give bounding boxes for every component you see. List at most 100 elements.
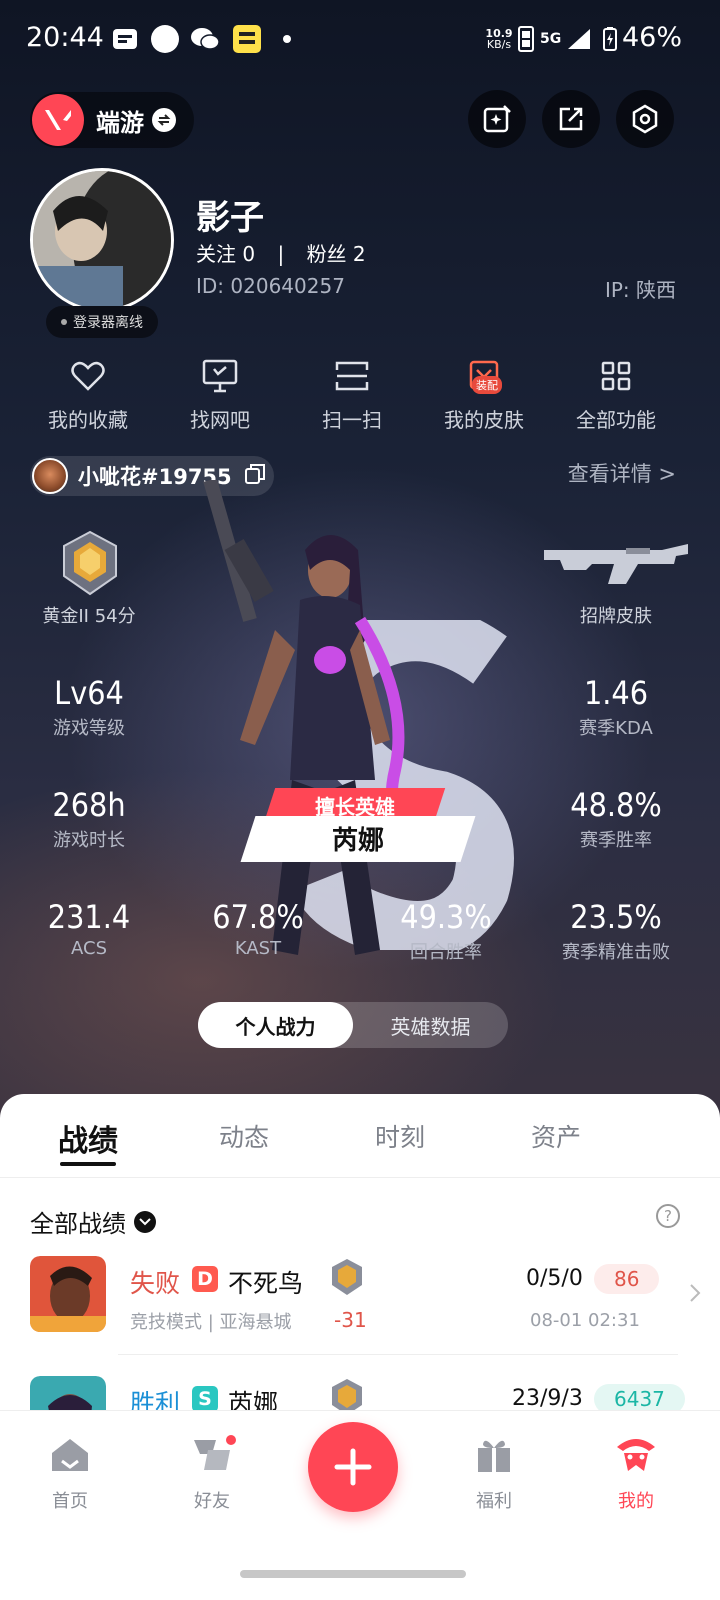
stat-caption: ACS	[71, 938, 107, 959]
help-icon[interactable]: ?	[656, 1204, 680, 1228]
wechat-icon	[190, 24, 220, 54]
my-favorites-button[interactable]: 我的收藏	[28, 356, 148, 433]
all-features-button[interactable]: 全部功能	[556, 356, 676, 433]
stat-caption: 赛季精准击败	[562, 942, 670, 963]
stat-value: 48.8%	[570, 786, 662, 824]
scan-icon	[335, 361, 369, 391]
stat-value: Lv64	[54, 674, 124, 712]
scan-button[interactable]: 扫一扫	[292, 356, 412, 433]
quick-actions: 我的收藏 找网吧 扫一扫 装配 我的皮肤 全部功能	[0, 356, 720, 436]
stat-value: 231.4	[47, 898, 131, 936]
stat-kast: 67.8% KAST	[178, 898, 338, 959]
records-filter-dropdown[interactable]: 全部战绩	[30, 1204, 156, 1239]
stat-caption: 回合胜率	[410, 942, 482, 963]
stat-caption: 游戏时长	[53, 830, 125, 851]
stat-value: 23.5%	[570, 898, 662, 936]
user-id: ID: 020640257	[196, 274, 345, 298]
xianyu-icon	[232, 24, 262, 54]
edit-sparkle-icon	[483, 105, 511, 133]
fans-count[interactable]: 2	[353, 242, 366, 266]
match-row[interactable]: 失败 D 不死鸟 竞技模式 | 亚海悬城 -31 0/5/0 86 08-01 …	[0, 1256, 720, 1376]
stat-caption: 游戏等级	[53, 718, 125, 739]
quick-action-label: 全部功能	[576, 408, 656, 432]
stat-caption: KAST	[234, 938, 282, 959]
nav-label: 我的	[618, 1491, 654, 1512]
gesture-home-bar[interactable]	[240, 1570, 466, 1578]
tab-records[interactable]: 战绩	[28, 1116, 148, 1160]
stat-playtime: 268h 游戏时长	[9, 786, 169, 852]
nav-label: 好友	[194, 1491, 230, 1512]
share-button[interactable]	[542, 90, 600, 148]
tab-activity[interactable]: 动态	[184, 1118, 304, 1154]
stat-value: 67.8%	[212, 898, 304, 936]
my-skins-button[interactable]: 装配 我的皮肤	[424, 356, 544, 433]
rank-gold-icon	[332, 1259, 362, 1295]
nav-label: 首页	[52, 1491, 88, 1512]
quick-action-label: 找网吧	[190, 408, 250, 432]
create-post-button[interactable]	[468, 90, 526, 148]
stat-level: Lv64 游戏等级	[9, 674, 169, 740]
stat-season-kda: 1.46 赛季KDA	[536, 674, 696, 740]
signature-skin-caption: 招牌皮肤	[580, 606, 652, 627]
settings-button[interactable]	[616, 90, 674, 148]
monitor-icon	[202, 359, 238, 393]
match-kda: 0/5/0	[526, 1266, 583, 1291]
tab-moments[interactable]: 时刻	[340, 1118, 460, 1154]
row-divider	[118, 1354, 678, 1355]
chevron-down-icon	[134, 1210, 156, 1233]
game-switch-button[interactable]: 端游	[30, 92, 194, 148]
equip-badge: 装配	[472, 376, 502, 394]
stat-round-winrate: 49.3% 回合胜率	[366, 898, 526, 964]
segment-personal-power[interactable]: 个人战力	[198, 1002, 353, 1048]
follow-count[interactable]: 0	[242, 242, 255, 266]
view-details-link[interactable]: 查看详情 >	[568, 458, 676, 488]
notification-icon	[112, 24, 138, 54]
battery-level: 46%	[621, 22, 682, 53]
stat-season-headshot: 23.5% 赛季精准击败	[536, 898, 696, 964]
profile-icon	[617, 1439, 655, 1471]
status-bar: 20:44 10.9 KB/s 5G 46%	[0, 0, 720, 80]
home-icon	[52, 1439, 88, 1471]
favorite-agent-name: 芮娜	[331, 826, 384, 856]
find-internet-cafe-button[interactable]: 找网吧	[160, 356, 280, 433]
active-tab-indicator	[60, 1162, 116, 1166]
rank-gold-icon	[63, 530, 117, 596]
rank-caption: 黄金II 54分	[42, 606, 136, 627]
login-status-text: 登录器离线	[73, 315, 143, 331]
match-score: 86	[594, 1264, 660, 1294]
avatar[interactable]	[30, 168, 174, 312]
weapon-skin-icon	[544, 544, 688, 584]
fans-label[interactable]: 粉丝	[307, 242, 347, 266]
stat-value: 1.46	[583, 674, 649, 712]
stat-acs: 231.4 ACS	[9, 898, 169, 959]
segment-agent-data[interactable]: 英雄数据	[353, 1002, 508, 1048]
records-filter-label: 全部战绩	[30, 1210, 126, 1238]
hd-icon	[518, 24, 534, 54]
tab-assets[interactable]: 资产	[496, 1118, 616, 1154]
avatar-photo	[33, 171, 171, 309]
publish-fab-button[interactable]	[308, 1422, 398, 1512]
gift-icon	[478, 1440, 510, 1472]
login-status-badge: 登录器离线	[46, 306, 158, 338]
username: 影子	[196, 198, 264, 238]
quick-action-label: 我的皮肤	[444, 408, 524, 432]
share-icon	[559, 107, 583, 131]
favorite-agent-banner[interactable]: 擅长英雄 芮娜	[240, 788, 480, 864]
overview-segment-control: 个人战力 英雄数据	[198, 1002, 508, 1048]
sheet-tabs: 战绩 动态 时刻 资产	[0, 1094, 720, 1178]
more-dot-icon	[282, 24, 292, 54]
status-time: 20:44	[26, 22, 104, 53]
player-card-avatar	[32, 458, 68, 494]
swap-icon	[152, 108, 176, 132]
nav-welfare[interactable]: 福利	[444, 1433, 544, 1513]
nav-me[interactable]: 我的	[586, 1433, 686, 1513]
match-grade: S	[192, 1386, 218, 1412]
nav-home[interactable]: 首页	[20, 1433, 120, 1513]
match-mode: 竞技模式 | 亚海悬城	[130, 1312, 292, 1333]
app-circle-icon	[150, 24, 180, 54]
rank-point-change: -31	[334, 1308, 367, 1332]
stat-caption: 赛季胜率	[580, 830, 652, 851]
follow-label[interactable]: 关注	[196, 242, 236, 266]
stat-season-winrate: 48.8% 赛季胜率	[536, 786, 696, 852]
nav-friends[interactable]: 好友	[162, 1433, 262, 1513]
